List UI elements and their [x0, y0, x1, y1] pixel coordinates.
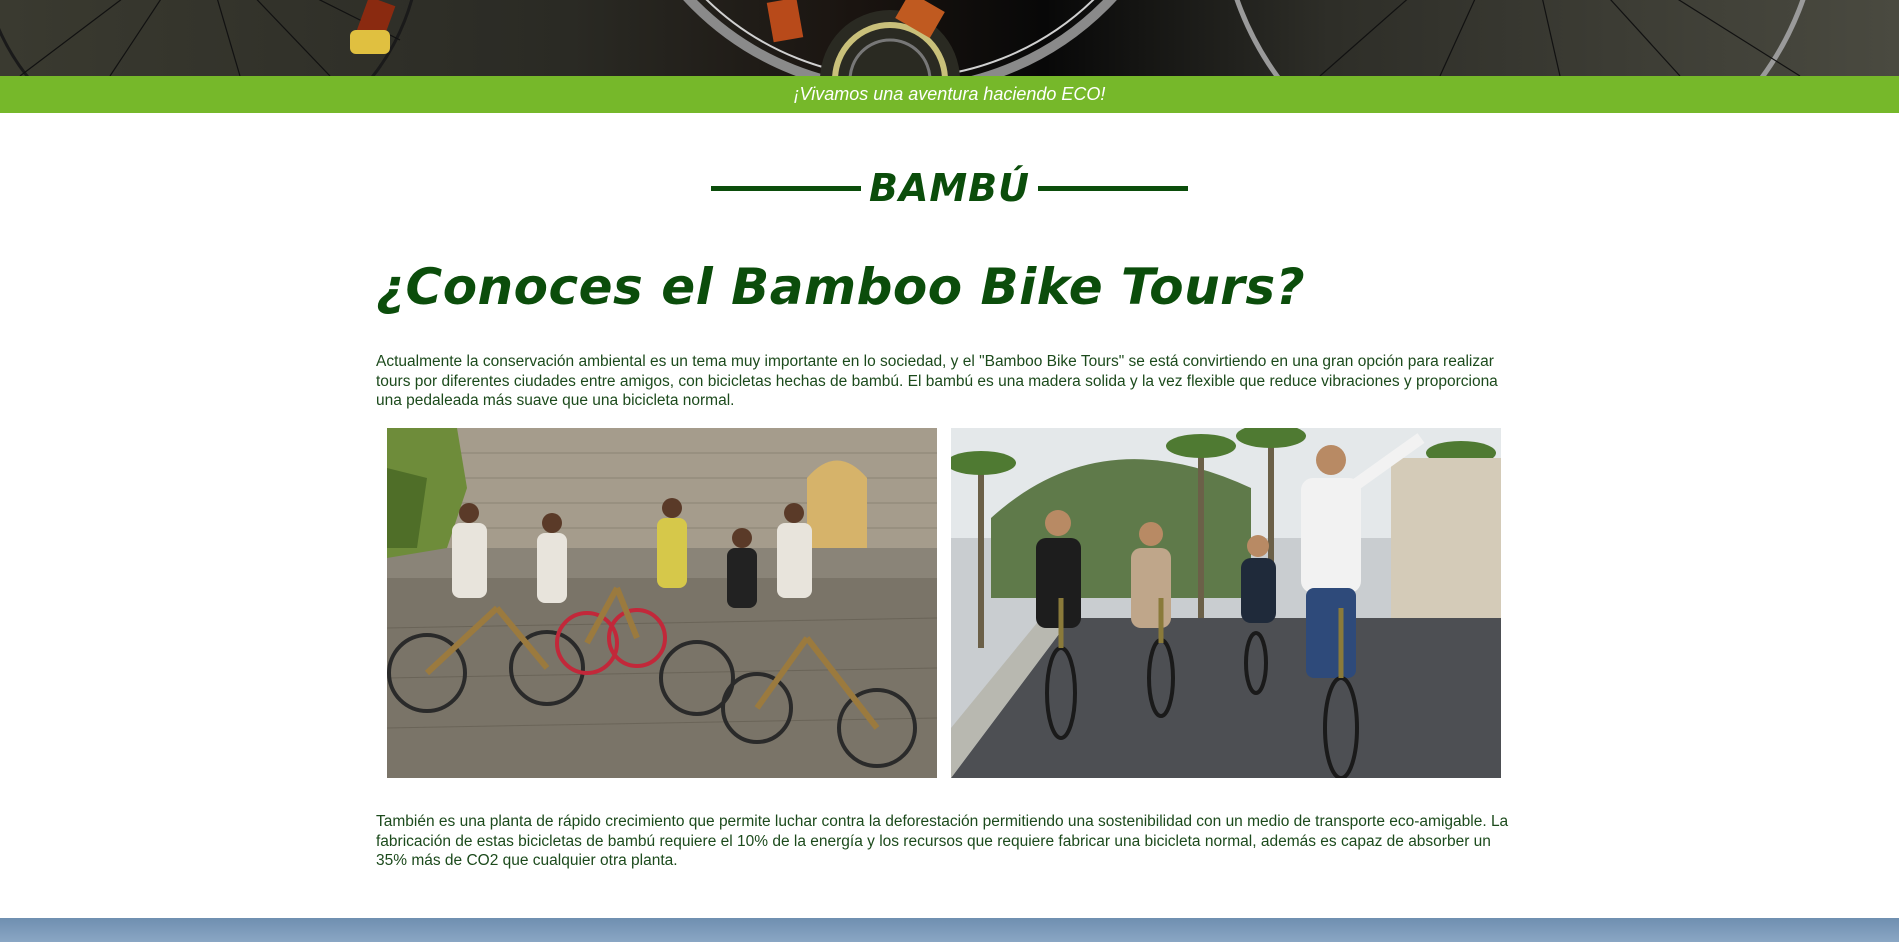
section-title-text: BAMBÚ [868, 166, 1030, 210]
article-paragraph-1: Actualmente la conservación ambiental es… [376, 353, 1498, 409]
hero-image [0, 0, 1899, 76]
article-paragraph-2: También es una planta de rápido crecimie… [376, 813, 1509, 869]
title-line-right [1038, 185, 1188, 191]
section-title: BAMBÚ [0, 160, 1899, 216]
bicycle-wheels-image [0, 0, 1806, 76]
article-heading: ¿Conoces el Bamboo Bike Tours? [376, 258, 1306, 316]
photo-riders-on-street [951, 428, 1501, 778]
slogan-banner: ¡Vivamos una aventura haciendo ECO! [0, 76, 1899, 113]
photo-group-bikes-old-town [387, 428, 937, 778]
footer-image-strip [0, 918, 1899, 942]
title-line-left [710, 185, 861, 191]
slogan-text: ¡Vivamos una aventura haciendo ECO! [793, 84, 1106, 104]
